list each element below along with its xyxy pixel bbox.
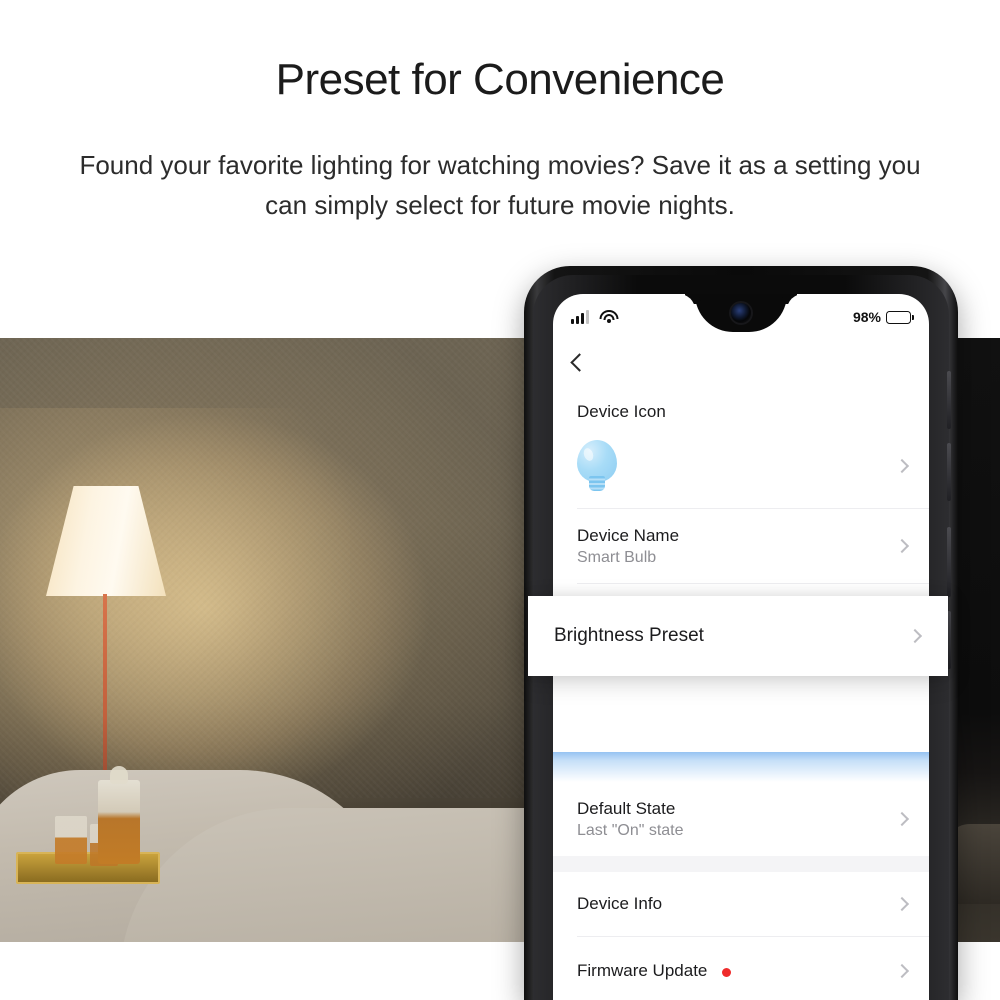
row-label-device-icon: Device Icon	[553, 384, 929, 422]
volume-down-button[interactable]	[947, 443, 951, 501]
page-root: Preset for Convenience Found your favori…	[0, 0, 1000, 1000]
chevron-right-icon	[894, 963, 910, 979]
row-label-default-state: Default State	[577, 798, 676, 818]
row-label-firmware-update: Firmware Update	[577, 961, 708, 981]
whisky-glass-one	[55, 816, 87, 864]
whisky-decanter-stopper	[110, 766, 128, 784]
lamp-glow	[0, 408, 350, 828]
row-label-device-name: Device Name	[577, 525, 680, 545]
update-available-badge-icon	[721, 967, 731, 977]
chevron-right-icon	[894, 896, 910, 912]
page-title: Preset for Convenience	[275, 55, 725, 104]
chevron-right-icon	[894, 811, 910, 827]
volume-up-button[interactable]	[947, 371, 951, 429]
list-item-brightness-preset-slot	[553, 668, 929, 752]
chevron-right-icon	[894, 458, 910, 474]
status-bar-right: 98%	[852, 309, 914, 325]
power-button[interactable]	[947, 527, 951, 597]
page-subtitle: Found your favorite lighting for watchin…	[79, 150, 921, 221]
device-icon-preview	[577, 440, 897, 492]
light-bulb-icon	[577, 440, 617, 492]
highlighted-row-label: Brightness Preset	[554, 625, 704, 646]
nav-bar	[553, 340, 929, 384]
status-bar-left	[571, 310, 618, 324]
list-item-device-name[interactable]: Device Name Smart Bulb	[553, 509, 929, 583]
row-label-device-info: Device Info	[577, 894, 663, 914]
chevron-right-icon	[894, 538, 910, 554]
list-item-device-icon[interactable]	[553, 422, 929, 508]
chevron-right-icon	[907, 628, 923, 644]
row-value-device-name: Smart Bulb	[577, 549, 657, 567]
battery-percentage: 98%	[852, 309, 881, 325]
row-value-default-state: Last "On" state	[577, 822, 684, 840]
list-item-firmware-update[interactable]: Firmware Update	[553, 937, 929, 1000]
list-item-default-state[interactable]: Default State Last "On" state	[553, 782, 929, 856]
highlight-glow-bottom	[553, 752, 929, 782]
wifi-icon	[599, 310, 618, 324]
battery-icon	[886, 310, 914, 324]
highlighted-row-brightness-preset[interactable]: Brightness Preset	[528, 596, 948, 676]
front-camera-icon	[731, 303, 751, 323]
settings-list: Device Icon Device Name Smart Bulb Defau…	[553, 384, 929, 1000]
back-chevron-icon[interactable]	[570, 352, 589, 372]
signal-bars-icon	[571, 310, 589, 324]
floor-lamp-pole	[103, 594, 107, 799]
section-gap	[553, 856, 929, 872]
list-item-device-info[interactable]: Device Info	[553, 872, 929, 936]
whisky-decanter	[98, 780, 140, 864]
